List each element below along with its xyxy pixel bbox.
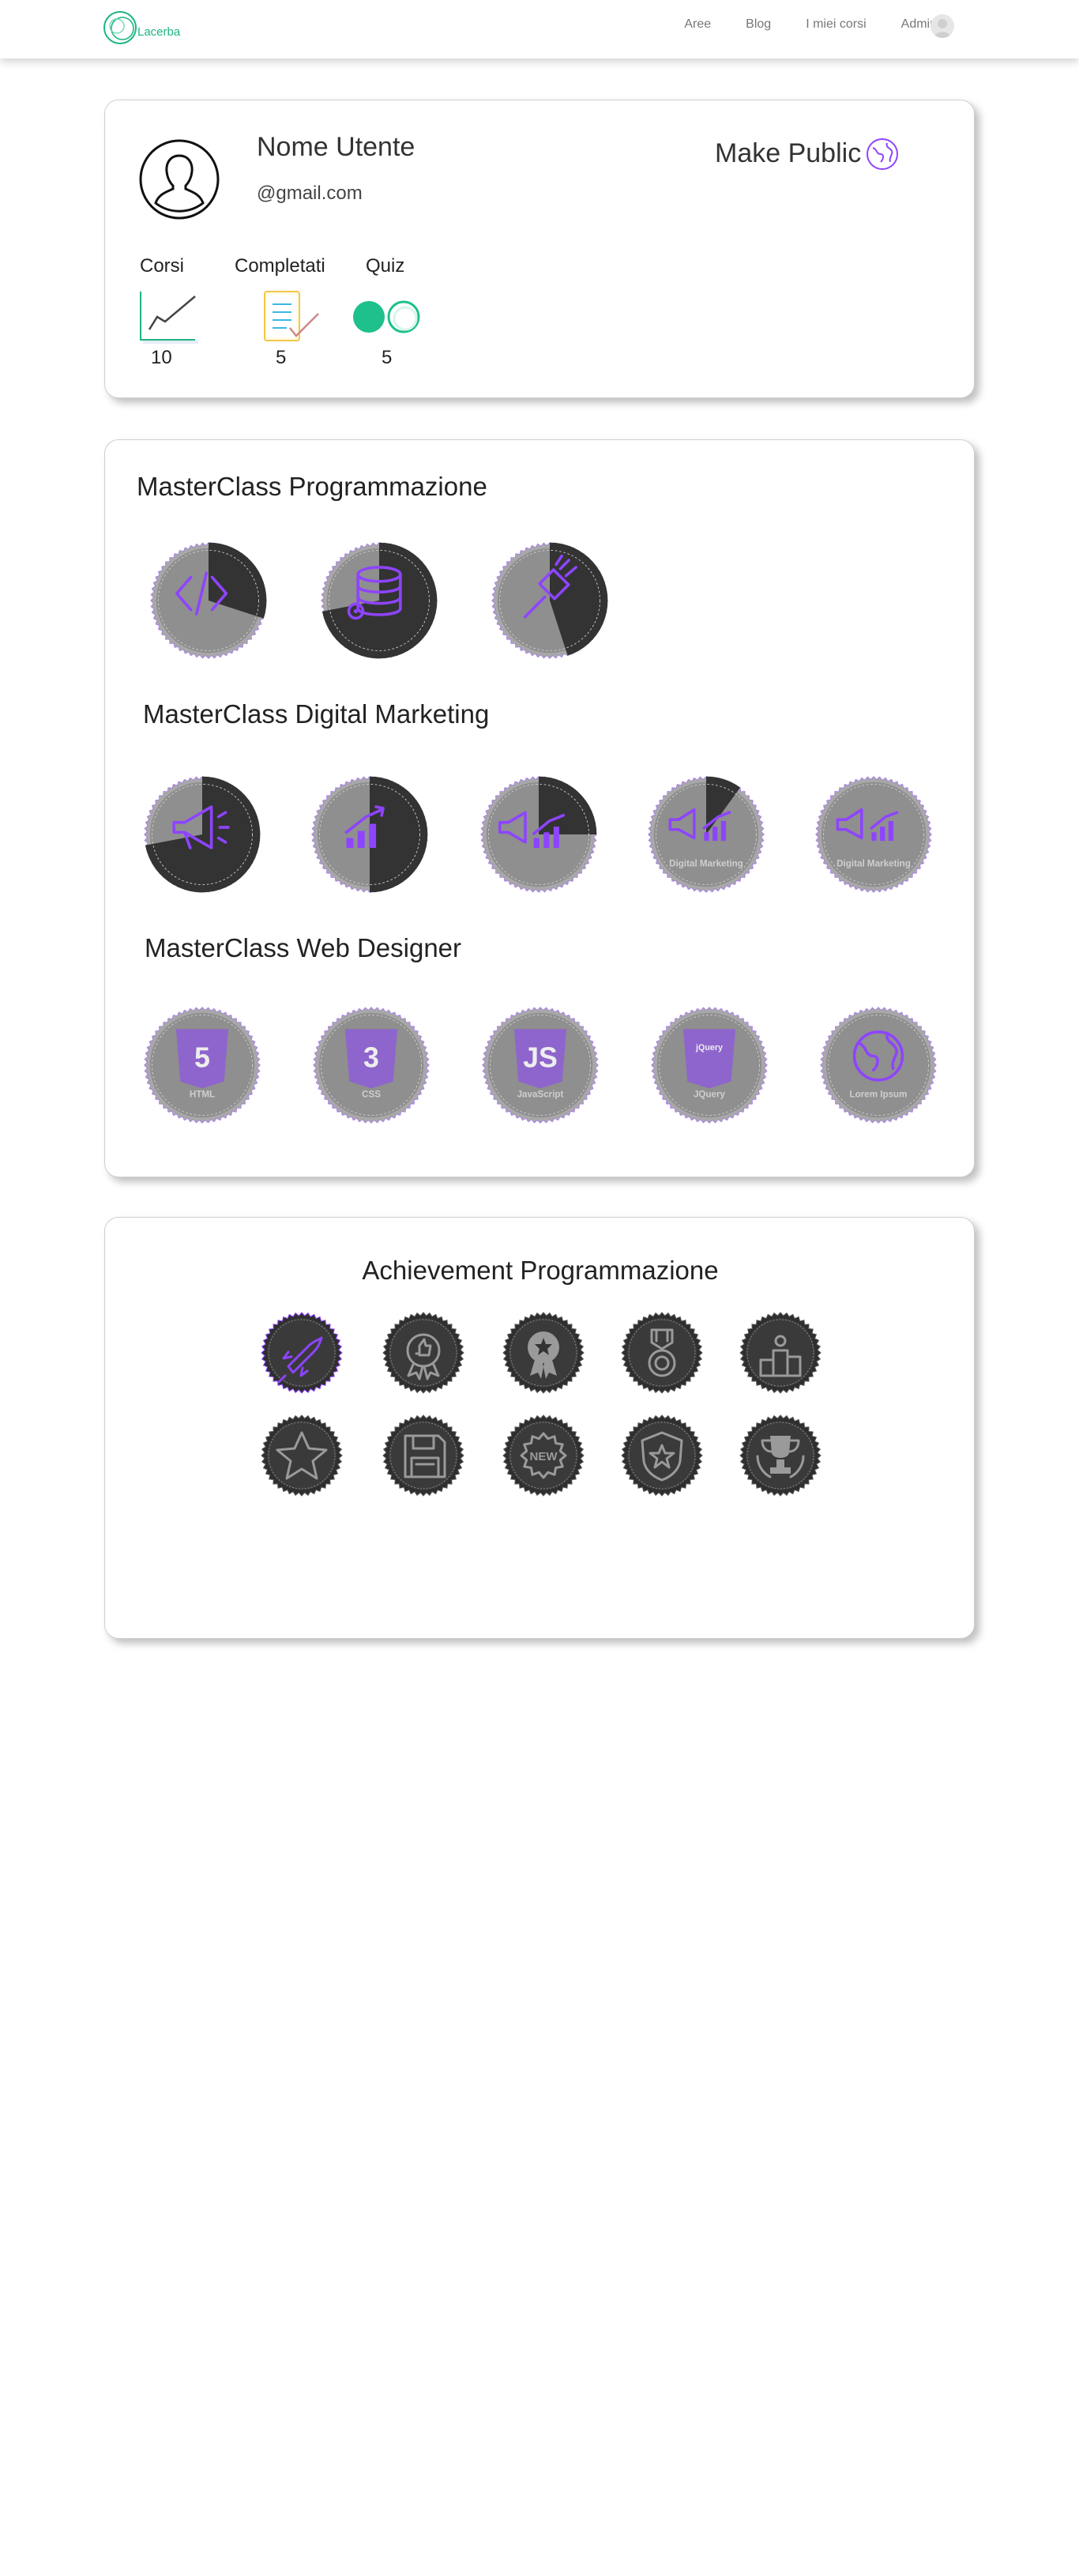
globe-badge[interactable]: Lorem Ipsum [811, 998, 946, 1132]
trophy-icon [739, 1414, 821, 1497]
rocket-icon [261, 1312, 343, 1394]
css3-badge[interactable]: 3 CSS [304, 998, 438, 1132]
logo-rings-icon [103, 11, 137, 44]
star-ribbon-achievement[interactable] [502, 1311, 585, 1395]
user-name: Nome Utente [257, 132, 415, 162]
thumbs-up-medal-achievement[interactable] [382, 1311, 465, 1395]
badge-caption: Lorem Ipsum [850, 1089, 908, 1099]
stat-courses-value: 10 [151, 347, 172, 368]
digital-marketing-icon: Digital Marketing [814, 775, 933, 894]
megaphone-badge[interactable] [135, 767, 269, 902]
chart-icon [140, 292, 198, 344]
trophy-achievement[interactable] [739, 1414, 822, 1497]
achievements-card: Achievement Programmazione NEW [104, 1217, 975, 1639]
globe-icon[interactable] [865, 137, 900, 171]
nav-item-blog[interactable]: Blog [746, 17, 771, 32]
user-avatar[interactable] [930, 14, 954, 38]
stat-completed-value: 5 [276, 347, 287, 368]
podium-achievement[interactable] [739, 1311, 822, 1395]
new-badge-achievement[interactable]: NEW [502, 1414, 585, 1497]
growth-chart-icon [310, 775, 429, 894]
star-shield-icon [621, 1414, 703, 1497]
main-nav: Aree Blog I miei corsi Admin [649, 0, 937, 49]
make-public-label: Make Public [715, 138, 862, 168]
medal-icon [621, 1312, 703, 1394]
star-shield-achievement[interactable] [620, 1414, 704, 1497]
badge-glyph: jQuery [695, 1043, 723, 1053]
star-ribbon-icon [502, 1312, 585, 1394]
star-icon [261, 1414, 343, 1497]
new-badge-icon: NEW [502, 1414, 585, 1497]
database-icon [320, 541, 438, 660]
code-icon [149, 541, 268, 660]
floppy-disk-achievement[interactable] [382, 1414, 465, 1497]
profile-card: Nome Utente @gmail.com Make Public Corsi… [104, 100, 975, 398]
stat-quiz-value: 5 [382, 347, 393, 368]
marketing-icon [479, 775, 598, 894]
logo[interactable]: Lacerba [103, 6, 180, 49]
paintbrush-icon [491, 541, 609, 660]
badge-glyph: JS [523, 1042, 558, 1074]
growth-chart-badge[interactable] [303, 767, 437, 902]
html5-icon: 5 HTML [143, 1006, 261, 1124]
css3-icon: 3 CSS [312, 1006, 430, 1124]
javascript-badge[interactable]: JS JavaScript [473, 998, 607, 1132]
digital-marketing-badge[interactable]: Digital Marketing [806, 767, 941, 902]
nav-item-my-courses[interactable]: I miei corsi [806, 17, 866, 32]
achievement-glyph: NEW [530, 1450, 558, 1463]
masterclass-web-designer-title: MasterClass Web Designer [145, 933, 462, 962]
stat-courses-label: Corsi [140, 255, 185, 277]
jquery-badge[interactable]: jQuery JQuery [642, 998, 776, 1132]
user-silhouette-icon [934, 19, 951, 38]
medal-achievement[interactable] [620, 1311, 704, 1395]
stat-completed-label: Completati [235, 255, 325, 277]
badge-glyph: 3 [363, 1042, 379, 1074]
masterclass-card: MasterClass Programmazione MasterClass D… [104, 439, 975, 1177]
masterclass-digital-marketing-title: MasterClass Digital Marketing [143, 699, 490, 729]
badge-caption: Digital Marketing [837, 858, 911, 868]
badge-caption: Digital Marketing [669, 858, 743, 868]
megaphone-icon [143, 775, 261, 894]
badge-glyph: 5 [194, 1042, 210, 1074]
badge-caption: CSS [362, 1089, 381, 1099]
rocket-achievement[interactable] [260, 1311, 344, 1395]
toggle-icon [353, 300, 420, 333]
masterclass-programming-title: MasterClass Programmazione [137, 472, 487, 501]
checklist-icon [264, 291, 319, 341]
thumbs-up-medal-icon [382, 1312, 464, 1394]
top-navigation-bar: Lacerba Aree Blog I miei corsi Admin [0, 0, 1079, 58]
user-email: @gmail.com [257, 183, 363, 204]
jquery-icon: jQuery JQuery [650, 1006, 769, 1124]
digital-marketing-icon: Digital Marketing [647, 775, 765, 894]
badge-caption: JavaScript [517, 1089, 564, 1099]
paintbrush-badge[interactable] [483, 533, 617, 668]
html5-badge[interactable]: 5 HTML [135, 998, 269, 1132]
floppy-disk-icon [382, 1414, 464, 1497]
globe-icon: Lorem Ipsum [819, 1006, 938, 1124]
podium-icon [739, 1312, 821, 1394]
code-badge[interactable] [141, 533, 276, 668]
javascript-icon: JS JavaScript [481, 1006, 600, 1124]
nav-item-aree[interactable]: Aree [684, 17, 711, 32]
marketing-badge[interactable] [472, 767, 606, 902]
star-achievement[interactable] [260, 1414, 344, 1497]
badge-caption: JQuery [694, 1089, 726, 1099]
logo-text: Lacerba [137, 24, 181, 39]
database-badge[interactable] [312, 533, 446, 668]
achievements-title: Achievement Programmazione [362, 1256, 719, 1285]
digital-marketing-badge[interactable]: Digital Marketing [639, 767, 773, 902]
profile-avatar-icon [139, 139, 220, 220]
badge-caption: HTML [190, 1089, 215, 1099]
stat-quiz-label: Quiz [366, 255, 405, 277]
